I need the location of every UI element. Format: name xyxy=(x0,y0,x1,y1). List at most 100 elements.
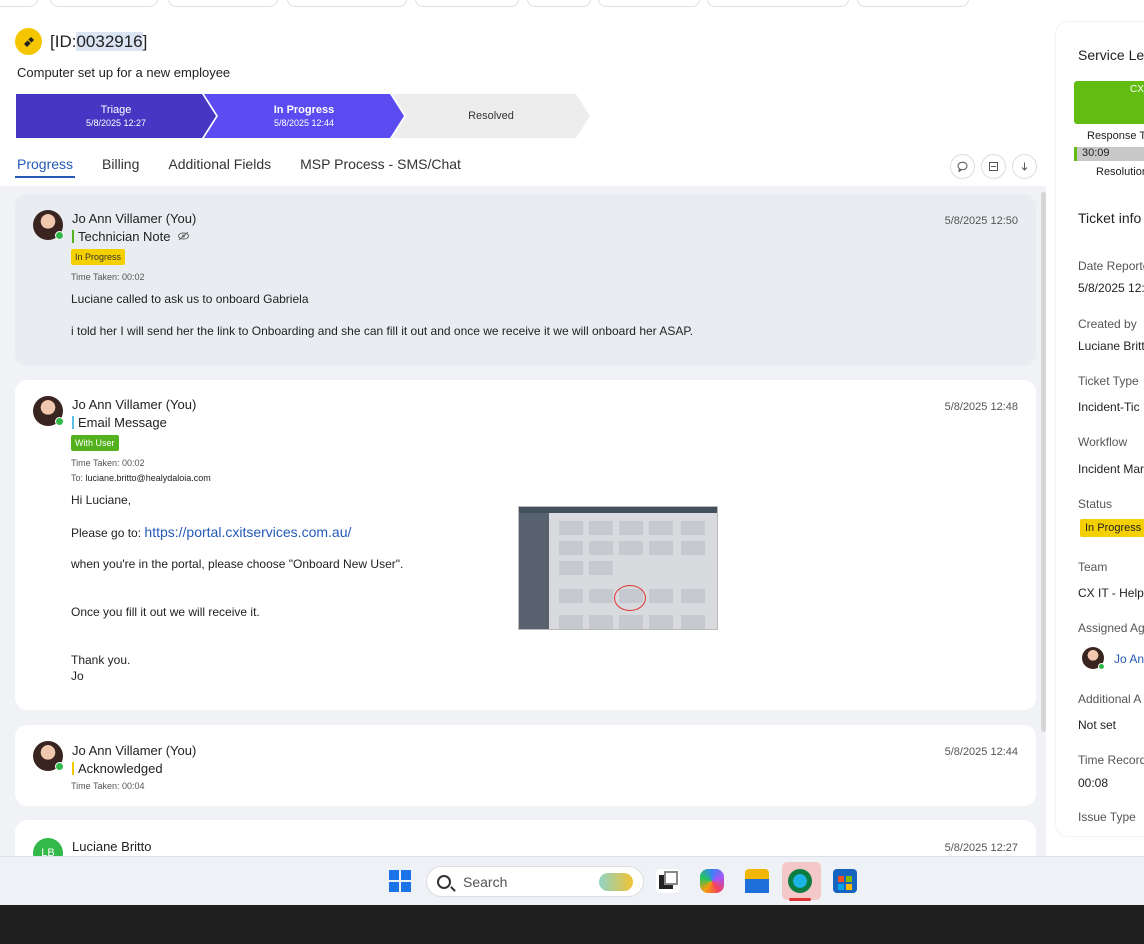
agent-avatar xyxy=(1082,647,1105,670)
comment-icon[interactable] xyxy=(950,154,975,179)
ticket-info-title: Ticket info xyxy=(1078,210,1142,226)
ticket-tabs: Progress Billing Additional Fields MSP P… xyxy=(15,150,488,178)
top-tab[interactable] xyxy=(0,0,38,7)
created-by-value[interactable]: Luciane Britt xyxy=(1078,339,1144,353)
collapse-icon[interactable] xyxy=(981,154,1006,179)
top-tab[interactable] xyxy=(857,0,969,7)
email-thanks: Thank you. xyxy=(71,653,131,667)
time-taken: Time Taken: 00:02 xyxy=(71,272,145,282)
feed-item-technician-note: Jo Ann Villamer (You) Technician Note In… xyxy=(15,194,1036,366)
ticket-icon xyxy=(15,28,42,55)
task-view-icon[interactable] xyxy=(656,869,680,893)
tab-msp-process[interactable]: MSP Process - SMS/Chat xyxy=(298,150,463,178)
avatar xyxy=(33,396,64,426)
team-value[interactable]: CX IT - Helpd xyxy=(1078,586,1144,600)
status-badge: With User xyxy=(71,435,119,451)
tab-billing[interactable]: Billing xyxy=(100,150,141,178)
avatar xyxy=(33,210,64,240)
time-recorded-value: 00:08 xyxy=(1078,776,1109,790)
email-line: when you're in the portal, please choose… xyxy=(71,557,404,571)
timestamp: 5/8/2025 12:48 xyxy=(944,401,1018,413)
feed-item-email: Jo Ann Villamer (You) Email Message With… xyxy=(15,380,1036,710)
stage-resolved[interactable]: Resolved xyxy=(392,94,590,138)
ticket-side-panel: Service Lev CX Response Ti 30:09 Resolut… xyxy=(1056,22,1144,836)
ticket-id: [ID:0032916] xyxy=(50,32,148,51)
file-explorer-icon[interactable] xyxy=(745,869,769,893)
feed-item-luciane: LB Luciane Britto 5/8/2025 12:27 xyxy=(15,820,1036,856)
field-label: Assigned Ag xyxy=(1078,621,1144,635)
timestamp: 5/8/2025 12:50 xyxy=(944,215,1018,227)
email-greeting: Hi Luciane, xyxy=(71,493,132,507)
sla-title: Service Lev xyxy=(1078,47,1144,63)
feed-item-acknowledged: Jo Ann Villamer (You) Acknowledged Time … xyxy=(15,725,1036,806)
tab-progress[interactable]: Progress xyxy=(15,150,76,178)
portal-link[interactable]: https://portal.cxitservices.com.au/ xyxy=(144,524,351,540)
timestamp: 5/8/2025 12:27 xyxy=(944,842,1018,854)
top-tab[interactable] xyxy=(598,0,700,7)
feed-actions xyxy=(950,154,1043,179)
ticket-type-value[interactable]: Incident-Tic xyxy=(1078,400,1140,414)
ticket-subject: Computer set up for a new employee xyxy=(17,65,231,80)
top-tab[interactable] xyxy=(707,0,849,7)
action-type: Acknowledged xyxy=(72,761,163,776)
field-label: Time Record xyxy=(1078,753,1144,767)
copilot-icon[interactable] xyxy=(700,869,724,893)
author-name[interactable]: Jo Ann Villamer (You) xyxy=(72,743,196,758)
top-tab[interactable] xyxy=(527,0,591,7)
active-indicator xyxy=(789,898,811,901)
hidden-eye-icon xyxy=(177,231,190,244)
top-tab[interactable] xyxy=(287,0,407,7)
email-line: Please go to: https://portal.cxitservice… xyxy=(71,524,352,540)
search-highlight-icon xyxy=(599,873,633,891)
search-icon xyxy=(437,874,451,889)
note-line: i told her I will send her the link to O… xyxy=(71,324,694,338)
field-label: Created by xyxy=(1078,317,1137,331)
field-label: Ticket Type xyxy=(1078,374,1139,388)
stage-in-progress[interactable]: In Progress 5/8/2025 12:44 xyxy=(204,94,404,138)
edge-browser-icon[interactable] xyxy=(788,869,812,893)
top-tab-strip xyxy=(0,0,1000,8)
status-stages: Triage 5/8/2025 12:27 In Progress 5/8/2025… xyxy=(16,94,596,138)
status-badge: In Progress xyxy=(71,249,126,265)
ticket-id-number: 0032916 xyxy=(76,32,143,51)
taskbar: Search xyxy=(0,856,1144,905)
sla-bar: CX xyxy=(1074,81,1144,124)
status-value-badge[interactable]: In Progress xyxy=(1080,519,1144,537)
assigned-agent-value[interactable]: Jo An xyxy=(1114,652,1144,666)
field-label: Team xyxy=(1078,560,1108,574)
field-label: Date Reporte xyxy=(1078,259,1144,273)
windows-start-icon[interactable] xyxy=(389,870,411,892)
email-line: Once you fill it out we will receive it. xyxy=(71,605,260,619)
response-time-label: Response Ti xyxy=(1087,130,1144,142)
avatar: LB xyxy=(33,838,63,856)
date-reported-value: 5/8/2025 12: xyxy=(1078,281,1144,295)
feed-scrollbar[interactable] xyxy=(1041,192,1046,732)
tab-additional-fields[interactable]: Additional Fields xyxy=(166,150,273,178)
desktop-bottom-bar xyxy=(0,905,1144,944)
author-name[interactable]: Luciane Britto xyxy=(72,839,152,854)
action-type: Technician Note xyxy=(72,229,190,244)
author-name[interactable]: Jo Ann Villamer (You) xyxy=(72,397,196,412)
timestamp: 5/8/2025 12:44 xyxy=(944,746,1018,758)
top-tab[interactable] xyxy=(415,0,519,7)
top-tab[interactable] xyxy=(50,0,158,7)
email-signature: Jo xyxy=(71,669,84,683)
time-taken: Time Taken: 00:04 xyxy=(71,781,145,791)
workflow-value[interactable]: Incident Mar xyxy=(1078,462,1144,476)
time-taken: Time Taken: 00:02 xyxy=(71,458,145,468)
top-tab[interactable] xyxy=(168,0,278,7)
stage-triage[interactable]: Triage 5/8/2025 12:27 xyxy=(16,94,216,138)
additional-agents-value[interactable]: Not set xyxy=(1078,718,1116,732)
arrow-down-icon[interactable] xyxy=(1012,154,1037,179)
field-label: Workflow xyxy=(1078,435,1128,449)
note-line: Luciane called to ask us to onboard Gabr… xyxy=(71,292,309,306)
resolution-label: Resolution xyxy=(1096,166,1144,178)
author-name[interactable]: Jo Ann Villamer (You) xyxy=(72,211,196,226)
action-type: Email Message xyxy=(72,415,167,430)
taskbar-search[interactable]: Search xyxy=(426,866,644,897)
screenshot-attachment[interactable] xyxy=(518,506,718,630)
store-icon[interactable] xyxy=(833,869,857,893)
field-label: Additional A xyxy=(1078,692,1142,706)
avatar xyxy=(33,741,64,771)
field-label: Status xyxy=(1078,497,1113,511)
